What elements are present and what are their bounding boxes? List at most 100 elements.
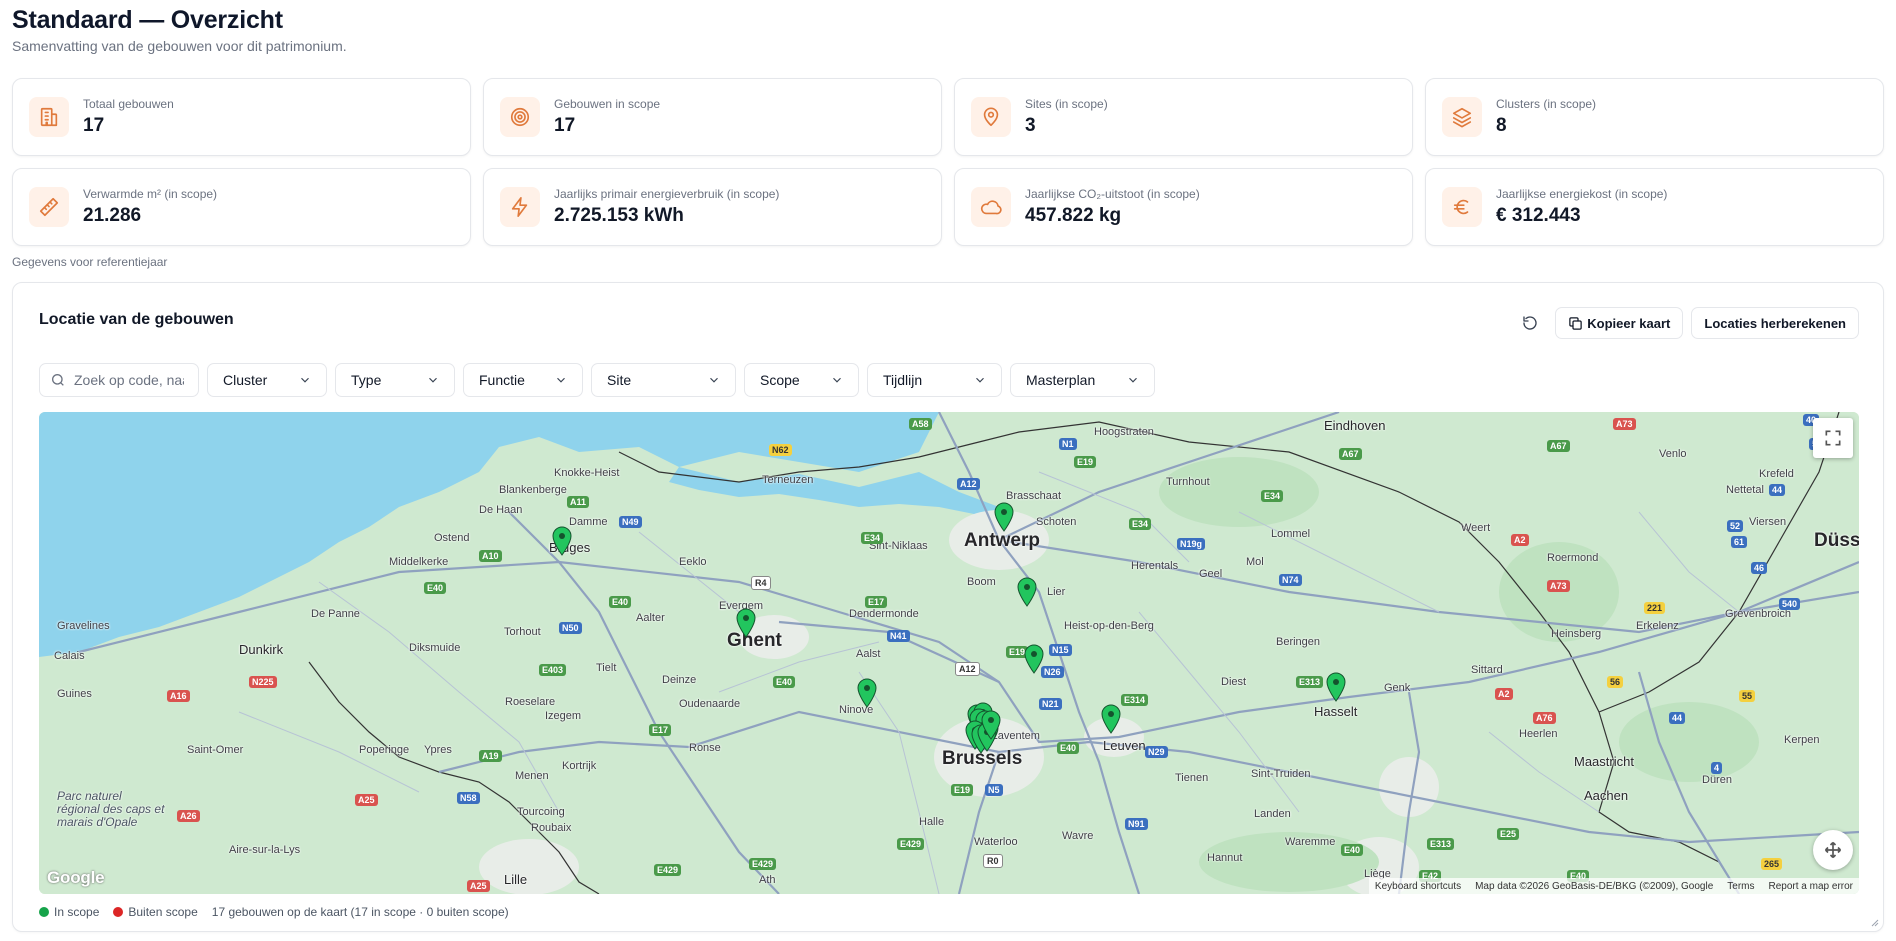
filter-label: Masterplan [1026,372,1096,388]
stat-card-primary-energy: Jaarlijks primair energieverbruik (in sc… [483,168,942,246]
move-arrows-icon [1824,841,1842,859]
ruler-icon [29,187,69,227]
legend-out-scope: Buiten scope [113,905,198,919]
layers-icon [1442,97,1482,137]
building-marker[interactable] [1101,704,1121,734]
keyboard-shortcuts-link[interactable]: Keyboard shortcuts [1375,881,1461,892]
out-scope-dot-icon [113,907,124,917]
terms-link[interactable]: Terms [1727,881,1754,892]
stat-value: 21.286 [83,205,142,226]
filter-scope[interactable]: Scope [744,363,859,397]
stat-value: 8 [1496,115,1507,136]
legend-in-scope-label: In scope [54,905,100,919]
fullscreen-icon [1825,430,1841,446]
stat-label: Jaarlijkse CO₂-uitstoot (in scope) [1025,187,1200,201]
building-marker[interactable] [1024,644,1044,674]
chevron-down-icon [429,377,437,383]
copy-map-button[interactable]: Kopieer kaart [1555,307,1684,339]
stat-card-heated-area: Verwarmde m² (in scope) 21.286 [12,168,471,246]
stat-label: Clusters (in scope) [1496,97,1597,111]
chevron-down-icon [557,377,565,383]
map-legend: In scope Buiten scope 17 gebouwen op de … [39,905,509,919]
building-marker[interactable] [1326,672,1346,702]
resize-handle-icon[interactable] [1869,917,1879,927]
filter-label: Type [351,372,382,388]
stat-label: Sites (in scope) [1025,97,1108,111]
stat-value: 17 [554,115,576,136]
map-panel-title: Locatie van de gebouwen [39,311,234,328]
stat-label: Jaarlijkse energiekost (in scope) [1496,187,1668,201]
building-marker[interactable] [981,710,1001,740]
legend-out-scope-label: Buiten scope [128,905,198,919]
stat-label: Jaarlijks primair energieverbruik (in sc… [554,187,780,201]
map-pin-icon [971,97,1011,137]
stat-label: Gebouwen in scope [554,97,661,111]
legend-in-scope: In scope [39,905,99,919]
filter-label: Site [607,372,632,388]
map-panel-actions: Kopieer kaart Locaties herberekenen [1513,307,1859,339]
chevron-down-icon [1129,377,1137,383]
stat-card-energy-cost: Jaarlijkse energiekost (in scope) € 312.… [1425,168,1884,246]
building-marker[interactable] [994,502,1014,532]
building-marker[interactable] [552,526,572,556]
recalculate-locations-button[interactable]: Locaties herberekenen [1691,307,1859,339]
filter-label: Scope [760,372,800,388]
page-header: Standaard — Overzicht Samenvatting van d… [12,4,347,56]
refresh-icon [1523,316,1537,330]
building-icon [29,97,69,137]
building-marker[interactable] [1017,577,1037,607]
search-box[interactable] [39,363,199,397]
page-title: Standaard — Overzicht [12,6,283,34]
recalculate-label: Locaties herberekenen [1704,315,1846,331]
stat-value: 457.822 kg [1025,205,1122,226]
fullscreen-button[interactable] [1813,418,1853,458]
stat-card-clusters: Clusters (in scope) 8 [1425,78,1884,156]
reset-map-button[interactable] [1513,307,1547,339]
stat-card-buildings-in-scope: Gebouwen in scope 17 [483,78,942,156]
map-base [39,412,1859,894]
filter-masterplan[interactable]: Masterplan [1010,363,1155,397]
stats-grid: Totaal gebouwen 17 Gebouwen in scope 17 … [12,78,1884,246]
search-icon [52,374,64,386]
stat-card-co2: Jaarlijkse CO₂-uitstoot (in scope) 457.8… [954,168,1413,246]
filter-label: Tijdlijn [883,372,923,388]
euro-icon [1442,187,1482,227]
filter-bar: Cluster Type Functie Site Scope Tijdlijn… [39,363,1155,397]
chevron-down-icon [710,377,718,383]
map-canvas[interactable]: Antwerp Ghent Brussels Düss Bruges Leuve… [39,412,1859,894]
stat-label: Verwarmde m² (in scope) [83,187,218,201]
stat-value: 17 [83,115,105,136]
google-logo: Google [47,868,105,887]
lightning-icon [500,187,540,227]
stat-label: Totaal gebouwen [83,97,174,111]
map-data-credit: Map data ©2026 GeoBasis-DE/BKG (©2009), … [1475,880,1714,892]
filter-tijdlijn[interactable]: Tijdlijn [867,363,1002,397]
map-panel: Locatie van de gebouwen Kopieer kaart Lo… [12,282,1884,932]
filter-label: Functie [479,372,525,388]
cloud-icon [971,187,1011,227]
page-subtitle: Samenvatting van de gebouwen voor dit pa… [12,38,347,54]
building-marker[interactable] [857,678,877,708]
chevron-down-icon [976,377,984,383]
filter-site[interactable]: Site [591,363,736,397]
stat-value: € 312.443 [1496,205,1581,226]
filter-type[interactable]: Type [335,363,455,397]
legend-summary: 17 gebouwen op de kaart (17 in scope · 0… [211,905,509,919]
stat-card-total-buildings: Totaal gebouwen 17 [12,78,471,156]
search-input[interactable] [74,372,184,388]
filter-cluster[interactable]: Cluster [207,363,327,397]
chevron-down-icon [301,377,309,383]
stat-value: 2.725.153 kWh [554,205,684,226]
chevron-down-icon [833,377,841,383]
camera-control-button[interactable] [1813,830,1853,870]
building-marker[interactable] [736,608,756,638]
copy-icon [1569,316,1583,330]
filter-functie[interactable]: Functie [463,363,583,397]
stat-card-sites: Sites (in scope) 3 [954,78,1413,156]
map-attribution-bar: Keyboard shortcuts Map data ©2026 GeoBas… [1368,878,1859,894]
copy-map-label: Kopieer kaart [1587,315,1671,331]
filter-label: Cluster [223,372,268,388]
report-map-error-link[interactable]: Report a map error [1769,881,1853,892]
stat-value: 3 [1025,115,1036,136]
target-icon [500,97,540,137]
